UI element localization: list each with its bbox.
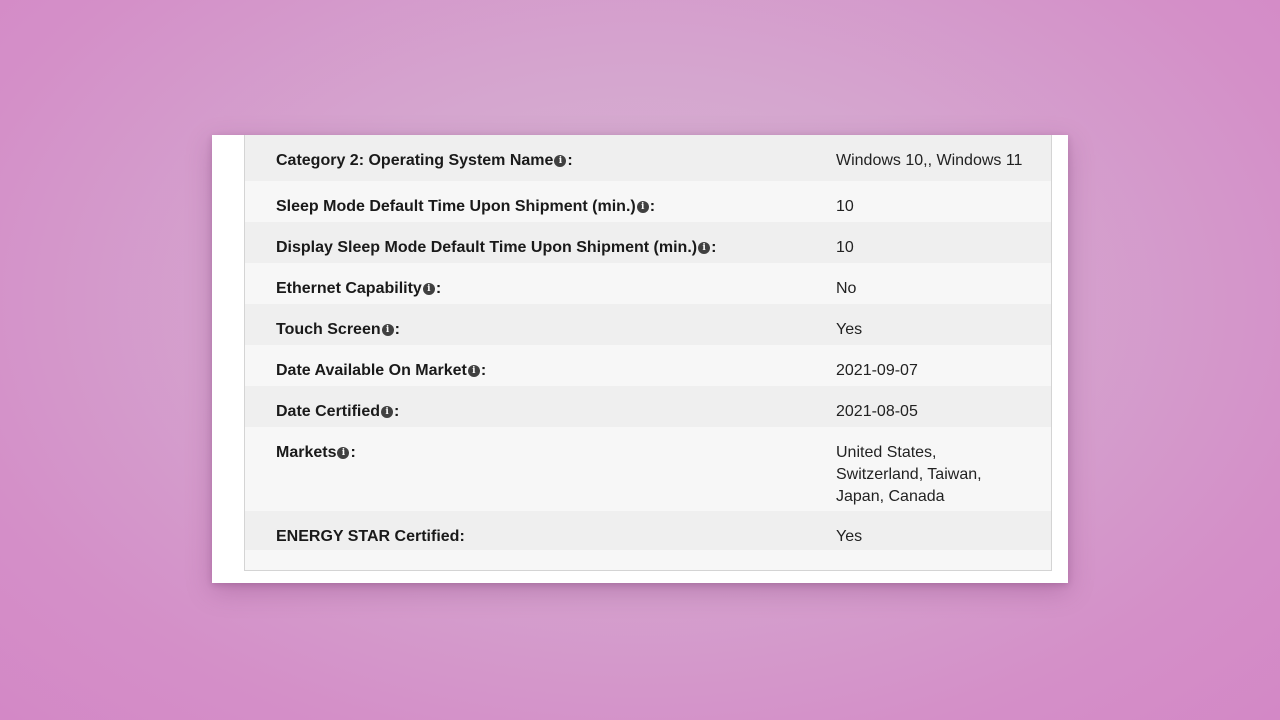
spec-card: Category 2: Operating System Name i: Wind… (212, 135, 1068, 583)
spec-table: Category 2: Operating System Name i: Wind… (244, 135, 1052, 571)
spec-value: Yes (836, 321, 863, 338)
spec-label-text: ENERGY STAR Certified (276, 528, 460, 545)
spec-row-os-name: Category 2: Operating System Name i: Wind… (245, 135, 1051, 181)
info-icon[interactable]: i (554, 155, 567, 167)
label-colon: : (350, 444, 356, 461)
spec-row-date-certified: Date Certified i: 2021-08-05 (245, 386, 1051, 427)
info-icon[interactable]: i (381, 406, 394, 418)
spec-row-energy-star: ENERGY STAR Certified: Yes (245, 511, 1051, 550)
label-colon: : (394, 403, 400, 420)
spec-label: Date Certified i: (245, 401, 836, 423)
label-colon: : (459, 528, 465, 545)
spec-value: 10 (836, 239, 854, 256)
spec-row-markets: Markets i: United States, Switzerland, Ta… (245, 427, 1051, 511)
spec-label: Ethernet Capability i: (245, 278, 836, 300)
spec-label-text: Touch Screen (276, 321, 381, 338)
spec-label: Touch Screen i: (245, 319, 836, 341)
spec-label: Sleep Mode Default Time Upon Shipment (m… (245, 196, 836, 218)
spec-label-text: Date Available On Market (276, 362, 467, 379)
spec-value: No (836, 280, 857, 297)
spec-value: 2021-09-07 (836, 362, 918, 379)
spec-label-text: Ethernet Capability (276, 280, 422, 297)
info-icon[interactable]: i (422, 283, 435, 295)
spec-label-text: Date Certified (276, 403, 381, 420)
spec-row-ethernet: Ethernet Capability i: No (245, 263, 1051, 304)
spec-value: United States, Switzerland, Taiwan, Japa… (836, 444, 982, 505)
spec-label: Display Sleep Mode Default Time Upon Shi… (245, 237, 836, 259)
spec-label: ENERGY STAR Certified: (245, 526, 836, 548)
info-icon[interactable]: i (636, 201, 649, 213)
spec-row-display-sleep: Display Sleep Mode Default Time Upon Shi… (245, 222, 1051, 263)
spec-label: Date Available On Market i: (245, 360, 836, 382)
info-icon[interactable]: i (381, 324, 394, 336)
spec-label-text: Markets (276, 444, 337, 461)
spec-value: Windows 10,, Windows 11 (836, 152, 1023, 169)
label-colon: : (649, 198, 656, 215)
label-colon: : (711, 239, 717, 256)
spec-row-sleep-mode: Sleep Mode Default Time Upon Shipment (m… (245, 181, 1051, 222)
label-colon: : (567, 152, 573, 169)
label-colon: : (394, 321, 400, 338)
spec-row-touch-screen: Touch Screen i: Yes (245, 304, 1051, 345)
label-colon: : (435, 280, 442, 297)
info-icon[interactable]: i (698, 242, 711, 254)
label-colon: : (480, 362, 487, 379)
spec-row-date-available: Date Available On Market i: 2021-09-07 (245, 345, 1051, 386)
spec-label-text: Sleep Mode Default Time Upon Shipment (m… (276, 198, 636, 215)
spec-value: 2021-08-05 (836, 403, 918, 420)
info-icon[interactable]: i (467, 365, 480, 377)
spec-value: Yes (836, 528, 863, 545)
spec-label: Category 2: Operating System Name i: (245, 150, 836, 172)
spec-label-text: Display Sleep Mode Default Time Upon Shi… (276, 239, 698, 256)
spec-label-text: Category 2: Operating System Name (276, 152, 554, 169)
spec-label: Markets i: (245, 442, 836, 464)
table-footer-spacer (245, 550, 1051, 570)
info-icon[interactable]: i (337, 447, 350, 459)
spec-value: 10 (836, 198, 854, 215)
